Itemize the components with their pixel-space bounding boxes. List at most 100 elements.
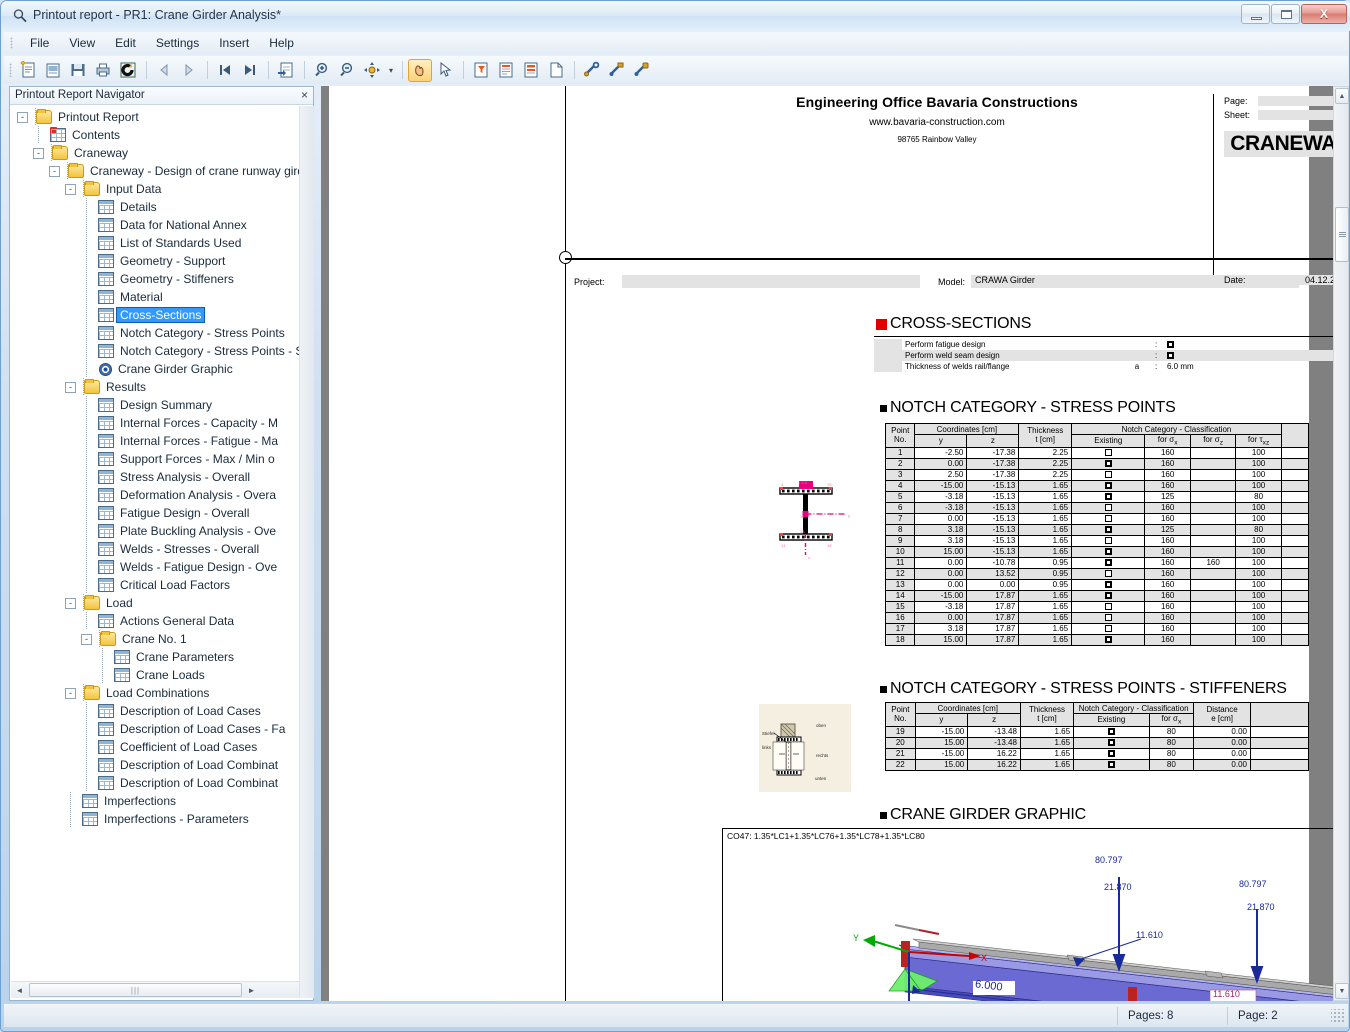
tree-item-support-forces-max-min-o[interactable]: Support Forces - Max / Min o [11,450,299,468]
scroll-down-icon[interactable]: ▼ [1335,983,1349,999]
menu-edit[interactable]: Edit [105,33,146,53]
menu-view[interactable]: View [59,33,105,53]
tree-item-results[interactable]: - Results [11,378,299,396]
cell-sigma-z [1189,512,1237,525]
tree-connector [81,720,95,738]
lock-open-icon[interactable] [605,59,629,82]
close-icon[interactable]: × [301,88,308,102]
tree-expander-icon[interactable]: - [65,183,76,195]
tree-item-welds-stresses-overall[interactable]: Welds - Stresses - Overall [11,540,299,558]
tree-item-plate-buckling-analysis-ove[interactable]: Plate Buckling Analysis - Ove [11,522,299,540]
menu-help[interactable]: Help [259,33,304,53]
tree-item-imperfections[interactable]: Imperfections [11,792,299,810]
tree-item-welds-fatigue-design-ove[interactable]: Welds - Fatigue Design - Ove [11,558,299,576]
tree-item-list-of-standards-used[interactable]: List of Standards Used [11,234,299,252]
tree-item-deformation-analysis-overa[interactable]: Deformation Analysis - Overa [11,486,299,504]
tree-expander-icon[interactable]: - [65,687,76,699]
tree-expander-icon[interactable]: - [65,381,76,393]
tree-item-stress-analysis-overall[interactable]: Stress Analysis - Overall [11,468,299,486]
zoom-in-icon[interactable] [310,59,334,82]
tree-item-geometry-support[interactable]: Geometry - Support [11,252,299,270]
selection-hand-icon[interactable] [408,58,432,82]
zoom-out-icon[interactable] [335,59,359,82]
close-button[interactable]: X [1301,4,1347,24]
tree-item-fatigue-design-overall[interactable]: Fatigue Design - Overall [11,504,299,522]
tree-item-internal-forces-fatigue-ma[interactable]: Internal Forces - Fatigue - Ma [11,432,299,450]
document-vertical-scrollbar[interactable]: ▲ ▼ [1333,86,1349,1001]
tree-item-label: Notch Category - Stress Points [120,326,285,340]
navigator-vertical-scrollbar[interactable] [299,106,314,998]
tree-item-notch-category-stress-points[interactable]: Notch Category - Stress Points [11,324,299,342]
tree-item-critical-load-factors[interactable]: Critical Load Factors [11,576,299,594]
resize-grip-icon[interactable] [1331,1008,1345,1023]
cell-point-no: 18 [884,633,916,646]
pointer-icon[interactable] [433,59,457,82]
tree-expander-icon[interactable]: - [49,165,60,177]
tree-expander-icon[interactable]: - [81,633,92,645]
tree-item-geometry-stiffeners[interactable]: Geometry - Stiffeners [11,270,299,288]
tree-expander-icon[interactable]: - [17,111,28,123]
last-page-icon[interactable] [238,59,262,82]
report-tree[interactable]: - Printout Report Contents - Craneway - Cranew… [11,106,299,981]
tree-item-crane-no-1[interactable]: - Crane No. 1 [11,630,299,648]
navigator-horizontal-scrollbar[interactable]: ◄ ||| ► [11,981,299,998]
tree-item-crane-girder-graphic[interactable]: Crane Girder Graphic [11,360,299,378]
tree-item-notch-category-stress-points-s[interactable]: Notch Category - Stress Points - S [11,342,299,360]
print-icon[interactable] [91,59,115,82]
tree-item-actions-general-data[interactable]: Actions General Data [11,612,299,630]
tree-item-load-combinations[interactable]: - Load Combinations [11,684,299,702]
scroll-thumb[interactable]: ||| [29,983,242,997]
tree-item-description-of-load-combinat[interactable]: Description of Load Combinat [11,756,299,774]
folder-icon [36,109,52,124]
tree-item-crane-parameters[interactable]: Crane Parameters [11,648,299,666]
tree-item-crane-loads[interactable]: Crane Loads [11,666,299,684]
scroll-left-icon[interactable]: ◄ [11,983,28,998]
scroll-up-icon[interactable]: ▲ [1335,88,1349,104]
document-scroll-thumb[interactable] [1335,207,1349,262]
export-icon[interactable] [274,59,298,82]
lock-icon[interactable] [630,59,654,82]
tree-item-design-summary[interactable]: Design Summary [11,396,299,414]
open-report-icon[interactable] [41,59,65,82]
tree-item-input-data[interactable]: - Input Data [11,180,299,198]
pan-mode-icon[interactable] [360,59,384,82]
chevron-down-icon[interactable]: ▾ [385,59,397,82]
tree-item-contents[interactable]: Contents [11,126,299,144]
filter-icon[interactable] [469,59,493,82]
document-view[interactable]: Engineering Office Bavaria Constructions… [321,86,1333,1001]
cell-existing [1073,736,1150,749]
tree-item-data-for-national-annex[interactable]: Data for National Annex [11,216,299,234]
blank-page-icon[interactable] [544,59,568,82]
previous-page-icon[interactable] [152,59,176,82]
tree-item-internal-forces-capacity-m[interactable]: Internal Forces - Capacity - M [11,414,299,432]
report-properties-icon[interactable] [519,59,543,82]
tree-expander-icon[interactable]: - [33,147,44,159]
unlock-icon[interactable] [580,59,604,82]
tree-item-printout-report[interactable]: - Printout Report [11,108,299,126]
tree-item-description-of-load-cases[interactable]: Description of Load Cases [11,702,299,720]
tree-expander-icon[interactable]: - [65,597,76,609]
refresh-icon[interactable] [116,59,140,82]
tree-item-imperfections-parameters[interactable]: Imperfections - Parameters [11,810,299,828]
next-page-icon[interactable] [177,59,201,82]
page-setup-icon[interactable] [494,59,518,82]
scroll-right-icon[interactable]: ► [243,983,260,998]
minimize-button[interactable] [1241,4,1270,24]
tree-item-cross-sections[interactable]: Cross-Sections [11,306,299,324]
save-icon[interactable] [66,59,90,82]
tree-item-craneway[interactable]: - Craneway [11,144,299,162]
tree-item-load[interactable]: - Load [11,594,299,612]
tree-item-craneway-design-of-crane-runway-girde[interactable]: - Craneway - Design of crane runway girde [11,162,299,180]
tree-item-description-of-load-combinat[interactable]: Description of Load Combinat [11,774,299,792]
new-report-icon[interactable] [16,59,40,82]
menu-insert[interactable]: Insert [209,33,259,53]
menu-file[interactable]: File [20,33,59,53]
tree-item-material[interactable]: Material [11,288,299,306]
menu-settings[interactable]: Settings [146,33,209,53]
maximize-button[interactable] [1271,4,1300,24]
tree-item-label: Deformation Analysis - Overa [120,488,277,502]
tree-item-details[interactable]: Details [11,198,299,216]
first-page-icon[interactable] [213,59,237,82]
tree-item-coefficient-of-load-cases[interactable]: Coefficient of Load Cases [11,738,299,756]
tree-item-description-of-load-cases-fa[interactable]: Description of Load Cases - Fa [11,720,299,738]
